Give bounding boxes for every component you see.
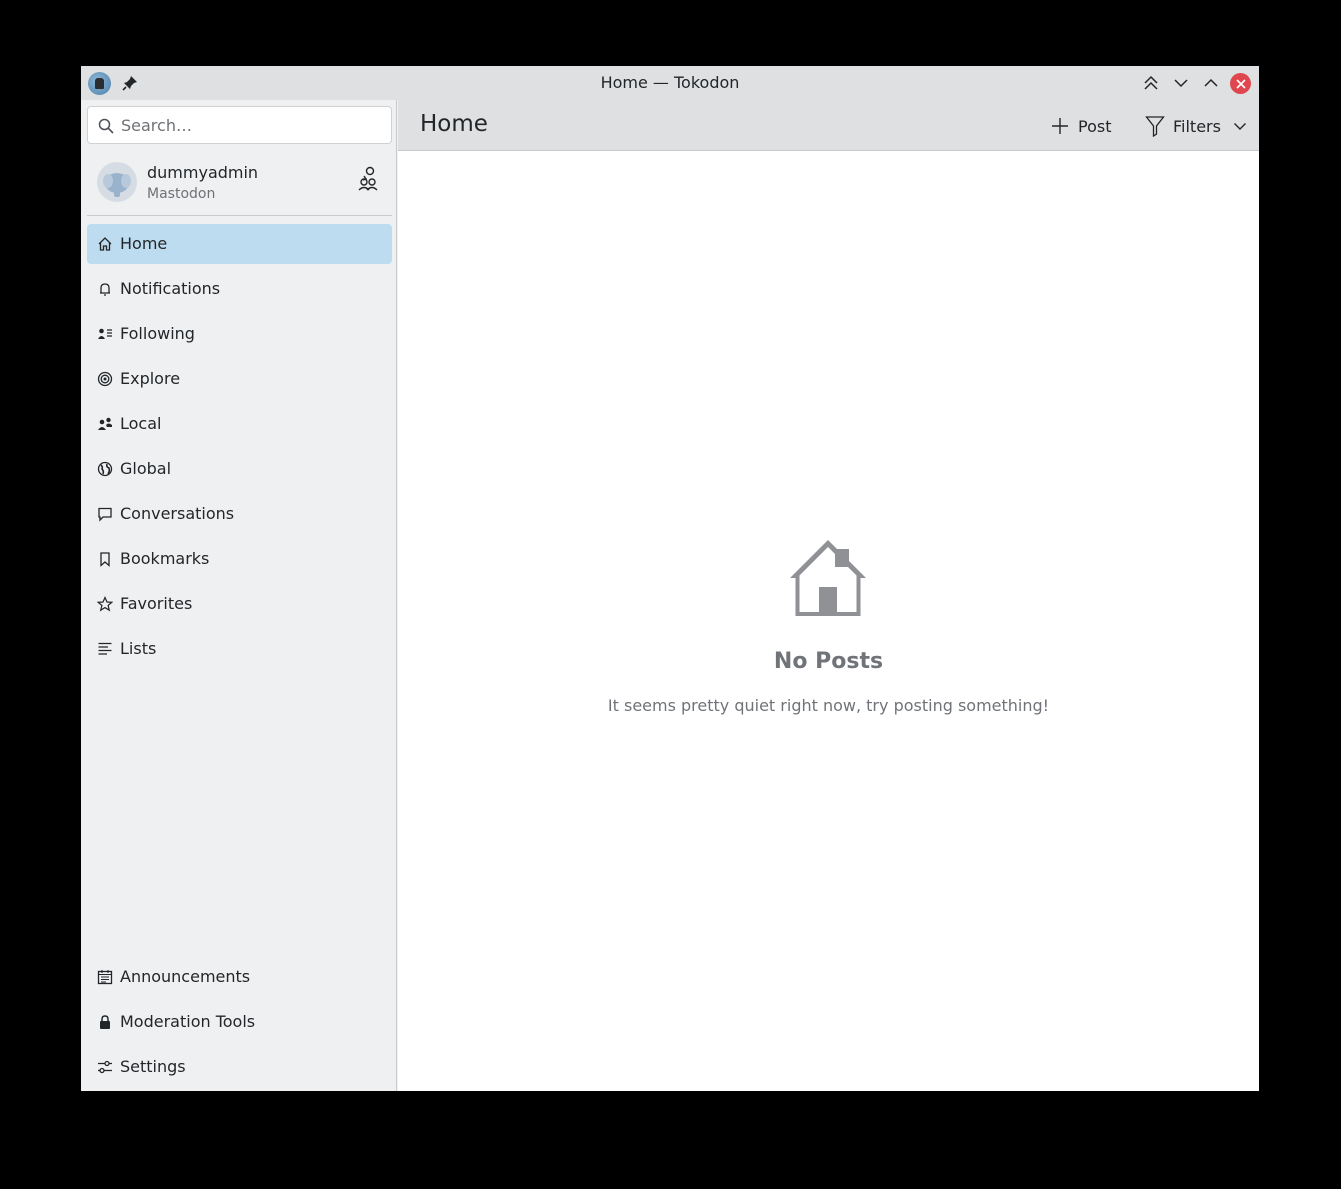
keep-above-button[interactable]: [1140, 72, 1162, 94]
sidebar-item-label: Settings: [120, 1057, 186, 1076]
post-button-label: Post: [1078, 116, 1112, 136]
sidebar-item-local[interactable]: Local: [87, 404, 392, 444]
title-bar: Home — Tokodon: [81, 66, 1259, 100]
sidebar-item-label: Notifications: [120, 279, 221, 298]
sidebar-item-moderation-tools[interactable]: Moderation Tools: [87, 1002, 392, 1042]
empty-state-subtitle: It seems pretty quiet right now, try pos…: [607, 696, 1050, 715]
sidebar-item-label: Lists: [120, 639, 157, 658]
bell-icon: [100, 283, 110, 296]
page-header: Home Post Filters: [398, 100, 1259, 151]
window-title: Home — Tokodon: [600, 73, 740, 92]
sidebar-item-label: Home: [120, 234, 168, 253]
local-users-icon: [98, 417, 112, 430]
close-icon: [1235, 78, 1246, 89]
chevron-down-icon: [1174, 79, 1188, 88]
search-icon: [98, 118, 114, 134]
sidebar-item-label: Explore: [120, 369, 181, 388]
sidebar-item-bookmarks[interactable]: Bookmarks: [87, 539, 392, 579]
sidebar-item-label: Conversations: [120, 504, 235, 523]
account-username: dummyadmin: [147, 163, 259, 182]
main-content: Home Post Filters No Posts It seems pret…: [398, 100, 1259, 1091]
sidebar-item-notifications[interactable]: Notifications: [87, 269, 392, 309]
explore-icon: [97, 371, 113, 387]
sidebar-item-label: Local: [120, 414, 162, 433]
home-icon: [98, 237, 112, 251]
chat-bubble-icon: [98, 507, 112, 522]
lock-icon: [100, 1015, 110, 1029]
sidebar-item-following[interactable]: Following: [87, 314, 392, 354]
post-button[interactable]: Post: [1050, 110, 1111, 142]
page-title: Home: [420, 111, 488, 137]
home-placeholder-icon: [790, 540, 866, 616]
globe-icon: [97, 461, 113, 477]
search-input[interactable]: [121, 107, 381, 143]
sidebar: dummyadmin Mastodon Home Notifications F…: [81, 100, 397, 1091]
settings-sliders-icon: [98, 1060, 112, 1074]
switch-account-icon[interactable]: [356, 166, 380, 192]
plus-icon: [1052, 118, 1068, 134]
sidebar-item-settings[interactable]: Settings: [87, 1047, 392, 1087]
avatar[interactable]: [97, 162, 137, 202]
app-window: Home — Tokodon Search… dummyadmin Mastod…: [81, 66, 1259, 1091]
filters-button-label: Filters: [1173, 116, 1221, 136]
account-server: Mastodon: [147, 186, 216, 202]
chevron-up-icon: [1204, 78, 1218, 87]
star-icon: [97, 596, 113, 612]
sidebar-item-announcements[interactable]: Announcements: [87, 957, 392, 997]
sidebar-item-label: Announcements: [120, 967, 251, 986]
empty-state-title: No Posts: [773, 649, 884, 674]
sidebar-item-lists[interactable]: Lists: [87, 629, 392, 669]
account-switcher[interactable]: dummyadmin Mastodon: [87, 156, 392, 216]
sidebar-item-conversations[interactable]: Conversations: [87, 494, 392, 534]
search-field[interactable]: [87, 106, 392, 144]
close-button[interactable]: [1230, 73, 1251, 94]
sidebar-item-label: Global: [120, 459, 172, 478]
filter-icon: [1145, 116, 1165, 137]
list-icon: [98, 642, 112, 655]
sidebar-item-home[interactable]: Home: [87, 224, 392, 264]
chevron-down-icon: [1233, 123, 1246, 130]
sidebar-item-label: Moderation Tools: [120, 1012, 256, 1031]
bookmark-icon: [100, 552, 110, 567]
filters-button[interactable]: Filters: [1145, 110, 1247, 142]
sidebar-item-label: Bookmarks: [120, 549, 210, 568]
sidebar-item-label: Following: [120, 324, 195, 343]
sidebar-item-explore[interactable]: Explore: [87, 359, 392, 399]
sidebar-item-global[interactable]: Global: [87, 449, 392, 489]
sidebar-item-favorites[interactable]: Favorites: [87, 584, 392, 624]
calendar-icon: [97, 970, 113, 985]
maximize-button[interactable]: [1200, 72, 1222, 94]
sidebar-item-label: Favorites: [120, 594, 193, 613]
double-chevron-up-icon: [1144, 75, 1158, 90]
minimize-button[interactable]: [1170, 72, 1192, 94]
following-icon: [98, 328, 112, 339]
mastodon-avatar-icon: [103, 173, 131, 197]
